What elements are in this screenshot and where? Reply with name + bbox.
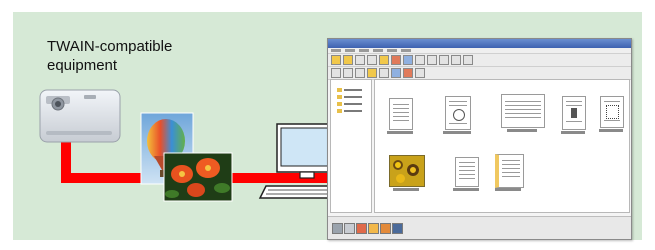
view-icon[interactable] (403, 55, 413, 65)
help-icon[interactable] (463, 55, 473, 65)
thumbnail-document[interactable] (495, 154, 524, 188)
folder-icon (337, 102, 342, 106)
printer-icon[interactable] (344, 223, 355, 234)
flower-photo (163, 152, 233, 202)
export-icon[interactable] (392, 223, 403, 234)
thumbnail-pane (374, 79, 630, 213)
print-icon[interactable] (355, 55, 365, 65)
twain-app-window (327, 38, 632, 240)
menu-help[interactable] (401, 49, 411, 52)
grid-icon[interactable] (415, 55, 425, 65)
toolbar-top (328, 54, 631, 67)
thumbnail-caption (443, 131, 471, 134)
thumbnail-document[interactable] (455, 157, 479, 187)
digital-camera-icon (39, 89, 121, 143)
thumbnail-document[interactable] (562, 96, 586, 130)
folder-icon[interactable] (343, 55, 353, 65)
thumbnail-caption (561, 131, 585, 134)
folder-icon (337, 95, 342, 99)
thumbnail-photo-sunflowers[interactable] (389, 155, 425, 187)
thumbnail-caption (507, 129, 537, 132)
folder-icon (337, 109, 342, 113)
thumbnail-caption (495, 188, 521, 191)
thumbnail-document[interactable] (501, 94, 545, 128)
edit-icon[interactable] (391, 55, 401, 65)
star-icon[interactable] (379, 55, 389, 65)
camera-icon[interactable] (332, 223, 343, 234)
thumbnail-caption (453, 188, 479, 191)
menu-document[interactable] (373, 49, 383, 52)
scan-icon[interactable] (367, 55, 377, 65)
bottom-toolbar (328, 216, 631, 239)
mail-icon[interactable] (368, 223, 379, 234)
folder-tree (330, 79, 372, 213)
open-folder-icon[interactable] (331, 55, 341, 65)
thumbnail-caption (599, 129, 623, 132)
app-icon[interactable] (356, 223, 367, 234)
page-icon[interactable] (439, 55, 449, 65)
fax-icon[interactable] (380, 223, 391, 234)
zoom-icon[interactable] (451, 55, 461, 65)
thumbnail-caption (387, 131, 413, 134)
menu-tools[interactable] (387, 49, 397, 52)
list-icon[interactable] (427, 55, 437, 65)
folder-tree-item[interactable] (337, 109, 367, 113)
thumbnail-document[interactable] (389, 98, 413, 130)
menu-file[interactable] (331, 49, 341, 52)
folder-tree-item[interactable] (337, 95, 367, 99)
window-content (328, 77, 631, 213)
menu-edit[interactable] (345, 49, 355, 52)
thumbnail-caption (393, 188, 419, 191)
folder-tree-item[interactable] (337, 88, 367, 92)
folder-tree-item[interactable] (337, 102, 367, 106)
menu-view[interactable] (359, 49, 369, 52)
window-titlebar (328, 39, 631, 48)
thumbnail-document[interactable] (445, 96, 471, 130)
thumbnail-document[interactable] (600, 96, 624, 128)
folder-icon (337, 88, 342, 92)
